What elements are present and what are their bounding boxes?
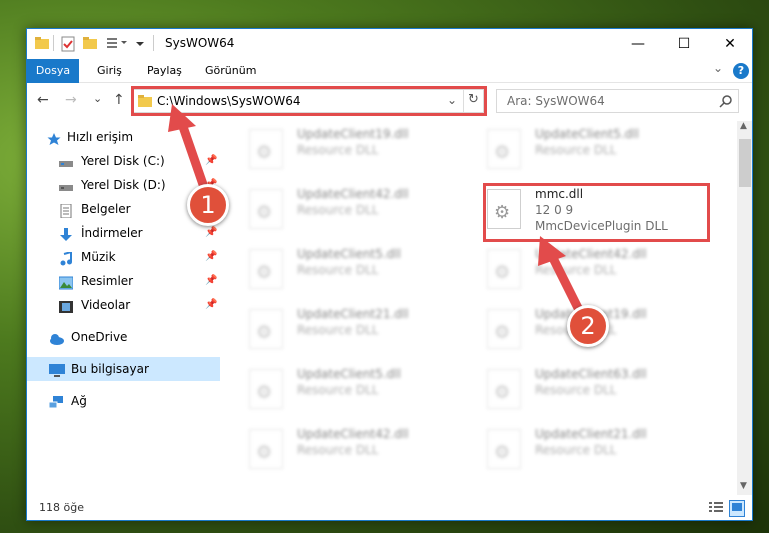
step-badge-1: 1 <box>187 184 229 226</box>
step-badge-2: 2 <box>567 305 609 347</box>
annotation-arrows <box>168 104 588 321</box>
arrow-1-head <box>168 104 196 132</box>
